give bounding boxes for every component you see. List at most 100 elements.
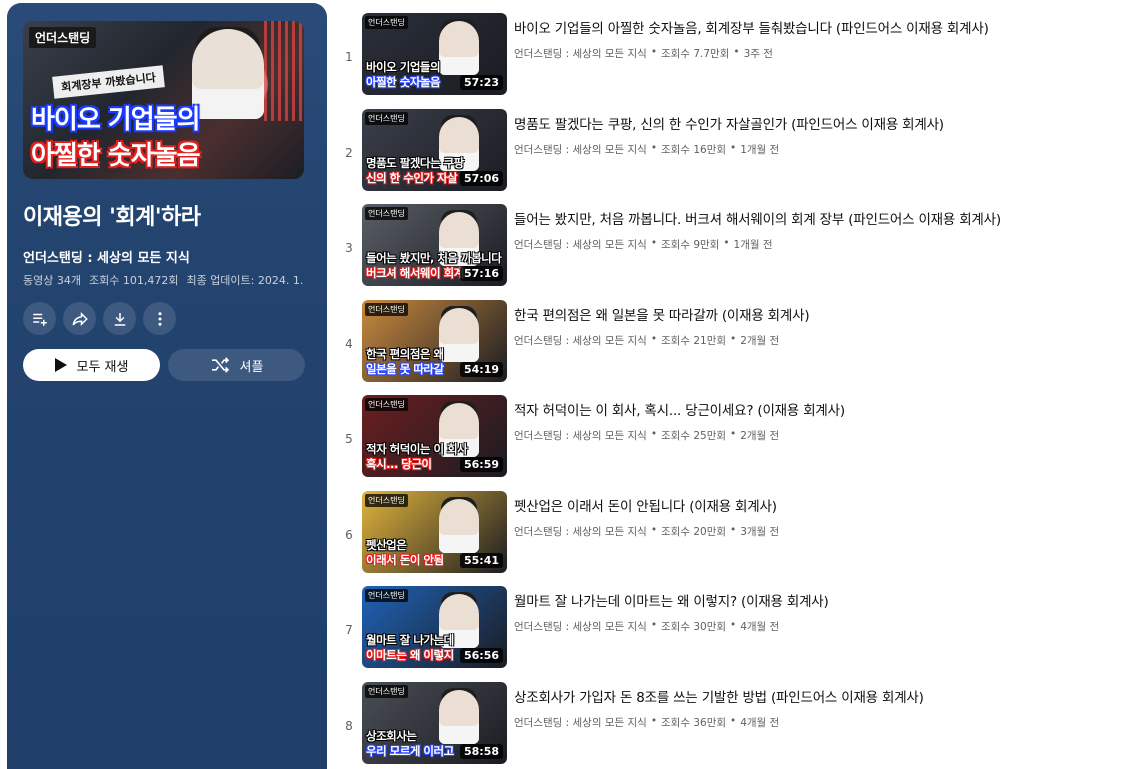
video-row[interactable]: 5 언더스탠딩 적자 허덕이는 이 회사 혹시... 당근이 56:59 적자 … xyxy=(336,395,1136,491)
video-row[interactable]: 4 언더스탠딩 한국 편의점은 왜 일본을 못 따라갈 54:19 한국 편의점… xyxy=(336,299,1136,396)
video-age: 2개월 전 xyxy=(740,430,780,442)
download-button[interactable] xyxy=(103,302,136,335)
thumbnail-caption-line1: 펫산업은 xyxy=(366,537,407,552)
video-channel[interactable]: 언더스탠딩 : 세상의 모든 지식 xyxy=(514,524,647,539)
thumbnail-channel-tag: 언더스탠딩 xyxy=(29,27,97,48)
video-thumbnail[interactable]: 언더스탠딩 상조회사는 우리 모르게 이러고 58:58 xyxy=(362,681,507,764)
presenter-image xyxy=(439,689,479,744)
separator-dot: • xyxy=(650,523,658,536)
playlist-header: 언더스탠딩 회계장부 까봤습니다 바이오 기업들의 아찔한 숫자놀음 이재용의 … xyxy=(7,3,327,769)
thumbnail-channel-tag: 언더스탠딩 xyxy=(365,493,408,507)
separator-dot: • xyxy=(723,237,730,249)
play-all-button[interactable]: 모두 재생 xyxy=(23,349,160,381)
video-title[interactable]: 펫산업은 이래서 돈이 안됩니다 (이재용 회계사) xyxy=(514,495,779,515)
add-to-queue-button[interactable] xyxy=(23,302,56,335)
play-all-label: 모두 재생 xyxy=(76,359,129,375)
video-views: 조회수 20만회 xyxy=(661,525,727,538)
video-duration: 57:23 xyxy=(459,75,503,90)
video-views: 조회수 30만회 xyxy=(661,621,727,633)
video-meta: 한국 편의점은 왜 일본을 못 따라갈까 (이재용 회계사) 언더스탠딩 : 세… xyxy=(514,300,810,348)
video-title[interactable]: 월마트 잘 나가는데 이마트는 왜 이렇지? (이재용 회계사) xyxy=(514,590,829,610)
video-title[interactable]: 적자 허덕이는 이 회사, 혹시... 당근이세요? (이재용 회계사) xyxy=(514,399,845,419)
presenter-image xyxy=(439,307,479,362)
video-duration: 57:06 xyxy=(459,170,503,186)
video-views: 조회수 21만회 xyxy=(661,334,727,347)
video-row[interactable]: 2 언더스탠딩 명품도 팔겠다는 쿠팡 신의 한 수인가 자살 57:06 명품… xyxy=(336,108,1136,205)
video-subtitle: 언더스탠딩 : 세상의 모든 지식 • 조회수 20만회 • 3개월 전 xyxy=(514,524,779,539)
video-channel[interactable]: 언더스탠딩 : 세상의 모든 지식 xyxy=(514,619,647,634)
thumbnail-caption-line2: 신의 한 수인가 자살 xyxy=(366,170,458,185)
video-channel[interactable]: 언더스탠딩 : 세상의 모든 지식 xyxy=(514,237,647,252)
last-updated: 최종 업데이트: 2024. 1... xyxy=(186,274,303,287)
shuffle-label: 셔플 xyxy=(239,359,264,375)
video-subtitle: 언더스탠딩 : 세상의 모든 지식 • 조회수 36만회 • 4개월 전 xyxy=(514,715,924,730)
thumbnail-caption-line1: 상조회사는 xyxy=(366,728,417,743)
video-channel[interactable]: 언더스탠딩 : 세상의 모든 지식 xyxy=(514,428,647,443)
video-title[interactable]: 한국 편의점은 왜 일본을 못 따라갈까 (이재용 회계사) xyxy=(514,304,810,324)
video-channel[interactable]: 언더스탠딩 : 세상의 모든 지식 xyxy=(514,46,647,61)
video-meta: 월마트 잘 나가는데 이마트는 왜 이렇지? (이재용 회계사) 언더스탠딩 :… xyxy=(514,586,829,634)
video-channel[interactable]: 언더스탠딩 : 세상의 모든 지식 xyxy=(514,715,647,730)
video-index: 6 xyxy=(345,527,353,542)
separator-dot: • xyxy=(650,46,658,58)
thumbnail-caption-line2: 아찔한 숫자놀음 xyxy=(31,141,200,171)
thumbnail-caption-small: 회계장부 까봤습니다 xyxy=(52,65,165,99)
playlist-thumbnail[interactable]: 언더스탠딩 회계장부 까봤습니다 바이오 기업들의 아찔한 숫자놀음 xyxy=(23,21,304,179)
video-row[interactable]: 8 언더스탠딩 상조회사는 우리 모르게 이러고 58:58 상조회사가 가입자… xyxy=(336,681,1136,769)
video-thumbnail[interactable]: 언더스탠딩 펫산업은 이래서 돈이 안됨 55:41 xyxy=(362,490,507,573)
video-channel[interactable]: 언더스탠딩 : 세상의 모든 지식 xyxy=(514,333,647,348)
separator-dot: • xyxy=(730,332,737,345)
video-row[interactable]: 3 언더스탠딩 들어는 봤지만, 처음 까봅니다 버크셔 해서웨이 회계 57:… xyxy=(336,204,1136,300)
thumbnail-channel-tag: 언더스탠딩 xyxy=(365,111,408,125)
shuffle-button[interactable]: 셔플 xyxy=(168,349,305,381)
thumbnail-caption-line2: 이마트는 왜 이렇지 xyxy=(366,648,454,662)
video-age: 3주 전 xyxy=(743,48,773,60)
video-title[interactable]: 들어는 봤지만, 처음 까봅니다. 버크셔 해서웨이의 회계 장부 (파인드어스… xyxy=(514,208,1001,228)
video-age: 4개월 전 xyxy=(740,716,780,729)
separator-dot: • xyxy=(730,523,737,536)
separator-dot: • xyxy=(650,237,658,249)
video-thumbnail[interactable]: 언더스탠딩 월마트 잘 나가는데 이마트는 왜 이렇지 56:56 xyxy=(362,586,507,668)
share-button[interactable] xyxy=(63,302,96,335)
more-icon xyxy=(158,311,161,326)
video-row[interactable]: 6 언더스탠딩 펫산업은 이래서 돈이 안됨 55:41 펫산업은 이래서 돈이… xyxy=(336,490,1136,587)
thumbnail-channel-tag: 언더스탠딩 xyxy=(365,684,408,698)
video-meta: 상조회사가 가입자 돈 8조를 쓰는 기발한 방법 (파인드어스 이재용 회계사… xyxy=(514,682,924,730)
video-meta: 적자 허덕이는 이 회사, 혹시... 당근이세요? (이재용 회계사) 언더스… xyxy=(514,395,845,443)
video-thumbnail[interactable]: 언더스탠딩 명품도 팔겠다는 쿠팡 신의 한 수인가 자살 57:06 xyxy=(362,108,507,191)
presenter-image xyxy=(192,29,264,119)
video-list: 1 언더스탠딩 바이오 기업들의 아찔한 숫자놀음 57:23 바이오 기업들의… xyxy=(336,13,1136,769)
video-title[interactable]: 명품도 팔겠다는 쿠팡, 신의 한 수인가 자살골인가 (파인드어스 이재용 회… xyxy=(514,113,944,133)
thumbnail-caption-line2: 우리 모르게 이러고 xyxy=(366,743,454,758)
video-age: 4개월 전 xyxy=(740,621,780,633)
video-row[interactable]: 1 언더스탠딩 바이오 기업들의 아찔한 숫자놀음 57:23 바이오 기업들의… xyxy=(336,13,1136,109)
video-thumbnail[interactable]: 언더스탠딩 한국 편의점은 왜 일본을 못 따라갈 54:19 xyxy=(362,299,507,382)
video-thumbnail[interactable]: 언더스탠딩 적자 허덕이는 이 회사 혹시... 당근이 56:59 xyxy=(362,395,507,477)
video-meta: 명품도 팔겠다는 쿠팡, 신의 한 수인가 자살골인가 (파인드어스 이재용 회… xyxy=(514,109,944,157)
video-subtitle: 언더스탠딩 : 세상의 모든 지식 • 조회수 7.7만회 • 3주 전 xyxy=(514,46,989,61)
thumbnail-caption-line1: 한국 편의점은 왜 xyxy=(366,346,444,361)
separator-dot: • xyxy=(733,46,740,58)
video-index: 7 xyxy=(345,623,353,637)
playlist-channel-link[interactable]: 언더스탠딩 : 세상의 모든 지식 xyxy=(23,247,311,266)
video-title[interactable]: 바이오 기업들의 아찔한 숫자놀음, 회계장부 들춰봤습니다 (파인드어스 이재… xyxy=(514,17,989,37)
video-age: 3개월 전 xyxy=(740,525,780,538)
video-row[interactable]: 7 언더스탠딩 월마트 잘 나가는데 이마트는 왜 이렇지 56:56 월마트 … xyxy=(336,586,1136,682)
video-thumbnail[interactable]: 언더스탠딩 들어는 봤지만, 처음 까봅니다 버크셔 해서웨이 회계 57:16 xyxy=(362,204,507,286)
thumbnail-caption-line1: 적자 허덕이는 이 회사 xyxy=(366,442,468,456)
video-meta: 펫산업은 이래서 돈이 안됩니다 (이재용 회계사) 언더스탠딩 : 세상의 모… xyxy=(514,491,779,539)
video-thumbnail[interactable]: 언더스탠딩 바이오 기업들의 아찔한 숫자놀음 57:23 xyxy=(362,13,507,95)
video-duration: 56:59 xyxy=(459,457,503,472)
separator-dot: • xyxy=(650,714,658,727)
more-button[interactable] xyxy=(143,302,176,335)
video-title[interactable]: 상조회사가 가입자 돈 8조를 쓰는 기발한 방법 (파인드어스 이재용 회계사… xyxy=(514,686,924,706)
video-channel[interactable]: 언더스탠딩 : 세상의 모든 지식 xyxy=(514,142,647,157)
video-duration: 55:41 xyxy=(459,552,503,568)
separator-dot: • xyxy=(730,141,737,154)
thumbnail-caption-line1: 바이오 기업들의 xyxy=(31,105,200,135)
video-views: 조회수 7.7만회 xyxy=(661,48,730,60)
thumbnail-caption-line1: 바이오 기업들의 xyxy=(366,60,441,74)
video-index: 2 xyxy=(345,145,353,160)
thumbnail-caption-line2: 아찔한 숫자놀음 xyxy=(366,75,441,89)
thumbnail-channel-tag: 언더스탠딩 xyxy=(365,16,408,29)
